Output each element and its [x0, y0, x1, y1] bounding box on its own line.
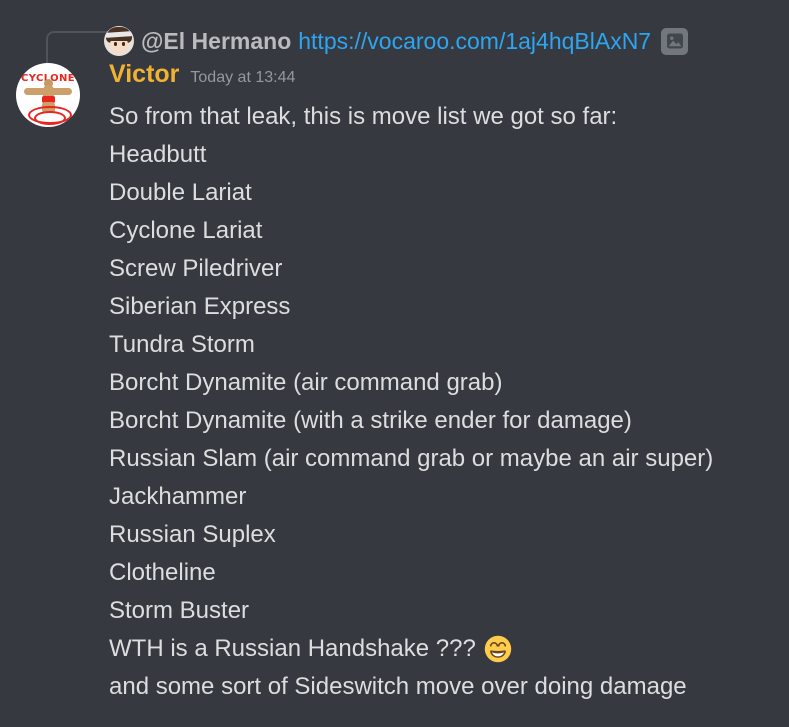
message-line: Borcht Dynamite (with a strike ender for…	[109, 402, 781, 440]
message-line-text: Clotheline	[109, 559, 216, 586]
message-timestamp: Today at 13:44	[190, 69, 296, 86]
image-attachment-icon[interactable]	[661, 27, 689, 55]
avatar-left-eye	[114, 42, 117, 46]
message-line-text: Russian Suplex	[109, 521, 276, 548]
message-line: Jackhammer	[109, 478, 781, 516]
cyclone-wrestler-avatar[interactable]: CYCLONE	[16, 63, 80, 127]
message-line: Headbutt	[109, 136, 781, 174]
reply-reference-bar[interactable]: @El Hermano https://vocaroo.com/1aj4hqBl…	[0, 12, 789, 73]
message-line: Cyclone Lariat	[109, 212, 781, 250]
reply-username[interactable]: @El Hermano	[141, 29, 291, 53]
discord-chat-view: @El Hermano https://vocaroo.com/1aj4hqBl…	[0, 0, 789, 727]
message-line: Siberian Express	[109, 288, 781, 326]
message-line-text: Tundra Storm	[109, 331, 255, 358]
message-line-text: Storm Buster	[109, 597, 250, 624]
message-body: So from that leak, this is move list we …	[109, 98, 781, 706]
message-line: Clotheline	[109, 554, 781, 592]
message-line: Double Lariat	[109, 174, 781, 212]
message-line-text: Screw Piledriver	[109, 255, 283, 282]
message-line: So from that leak, this is move list we …	[109, 98, 781, 136]
message-line-text: Double Lariat	[109, 179, 252, 206]
message-line: Russian Suplex	[109, 516, 781, 554]
message-line: Storm Buster	[109, 592, 781, 630]
anime-girl-avatar[interactable]	[104, 26, 134, 56]
message-line-text: and some sort of Sideswitch move over do…	[109, 673, 687, 700]
reply-reference-content[interactable]: @El Hermano https://vocaroo.com/1aj4hqBl…	[104, 24, 689, 58]
reply-message-link[interactable]: https://vocaroo.com/1aj4hqBlAxN7	[298, 29, 651, 53]
message-line-text: Siberian Express	[109, 293, 291, 320]
message-line: Tundra Storm	[109, 326, 781, 364]
message-line-text: Borcht Dynamite (with a strike ender for…	[109, 407, 632, 434]
message-line-text: Borcht Dynamite (air command grab)	[109, 369, 503, 396]
message-line-text: Headbutt	[109, 141, 207, 168]
message-line-text: WTH is a Russian Handshake ???	[109, 635, 476, 662]
message-line-text: Cyclone Lariat	[109, 217, 263, 244]
avatar-swirl-inner	[34, 111, 66, 125]
message-line: Borcht Dynamite (air command grab)	[109, 364, 781, 402]
grinning-face-with-smiling-eyes-icon	[484, 635, 512, 663]
message-line-text: Jackhammer	[109, 483, 247, 510]
message-line: Screw Piledriver	[109, 250, 781, 288]
message-username[interactable]: Victor	[109, 62, 179, 87]
message-line: and some sort of Sideswitch move over do…	[109, 668, 781, 706]
message-line: WTH is a Russian Handshake ???	[109, 630, 781, 668]
message-header: Victor Today at 13:44	[109, 62, 295, 87]
message-line: Russian Slam (air command grab or maybe …	[109, 440, 781, 478]
avatar-right-eye	[122, 42, 125, 46]
message-line-text: So from that leak, this is move list we …	[109, 103, 618, 130]
message-line-text: Russian Slam (air command grab or maybe …	[109, 445, 714, 472]
